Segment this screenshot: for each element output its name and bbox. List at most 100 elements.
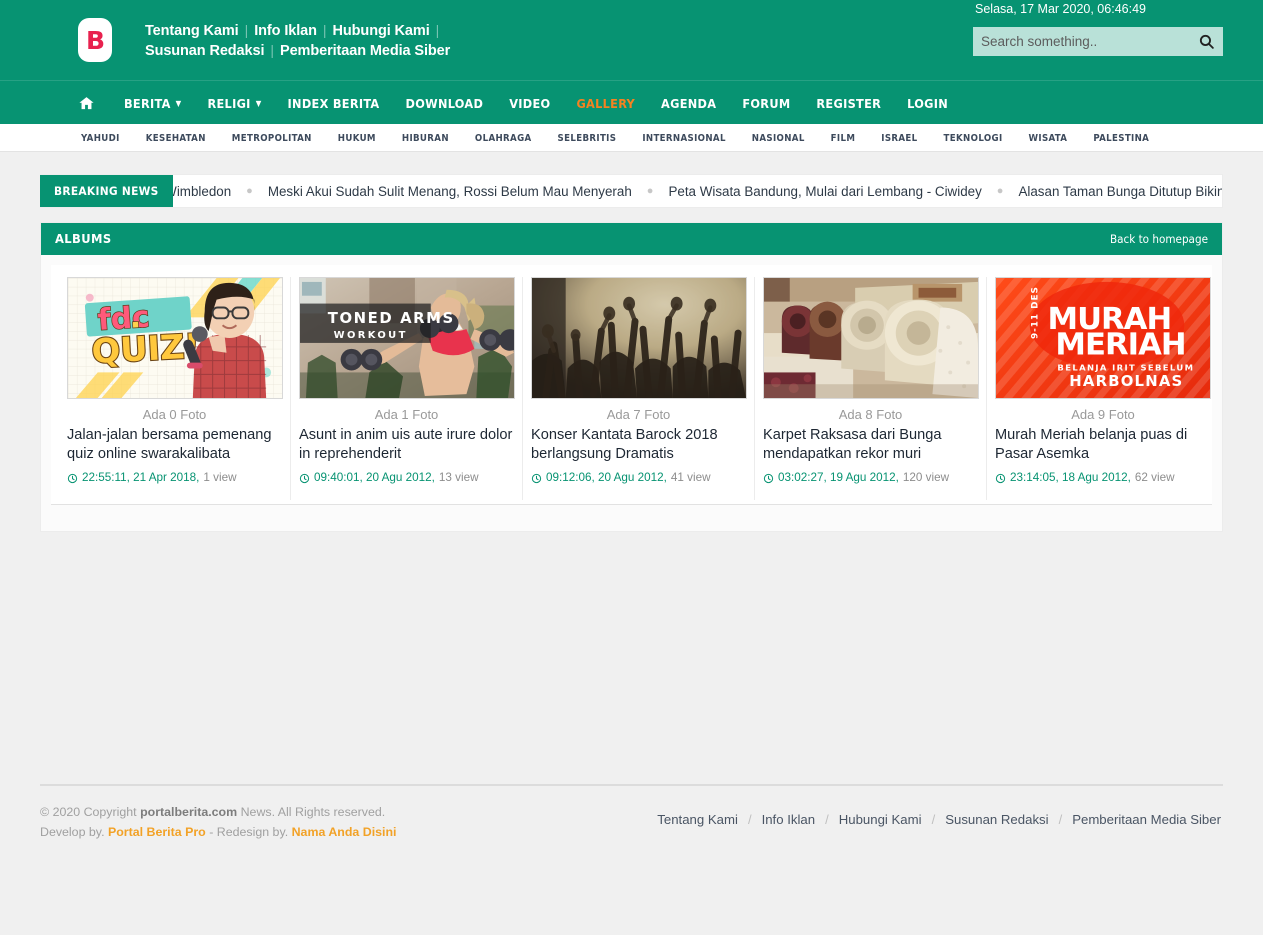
category-link-film[interactable]: FILM bbox=[818, 133, 869, 144]
top-link-tentang-kami[interactable]: Tentang Kami bbox=[145, 23, 239, 39]
album-card[interactable]: Ada 8 Foto Karpet Raksasa dari Bunga mend… bbox=[755, 277, 987, 500]
footer-link-tentang-kami[interactable]: Tentang Kami bbox=[657, 812, 738, 827]
category-link-israel[interactable]: ISRAEL bbox=[868, 133, 930, 144]
breaking-news-item[interactable]: ic Juara Wimbledon bbox=[173, 184, 235, 199]
footer-link-susunan-redaksi[interactable]: Susunan Redaksi bbox=[945, 812, 1048, 827]
redesigner-link[interactable]: Nama Anda Disini bbox=[292, 825, 397, 839]
top-link-pemberitaan-media-siber[interactable]: Pemberitaan Media Siber bbox=[280, 43, 450, 59]
nav-item-video[interactable]: VIDEO bbox=[496, 81, 563, 125]
top-header: B Tentang Kami | Info Iklan | Hubungi Kami | S… bbox=[0, 0, 1263, 80]
category-link-wisata[interactable]: WISATA bbox=[1016, 133, 1081, 144]
category-strip: YAHUDI KESEHATAN METROPOLITAN HUKUM HIBURAN O… bbox=[0, 124, 1263, 152]
album-view-count: 13 view bbox=[438, 471, 479, 484]
category-link-teknologi[interactable]: TEKNOLOGI bbox=[931, 133, 1016, 144]
category-link-kesehatan[interactable]: KESEHATAN bbox=[133, 133, 219, 144]
footer-copyright-line: © 2020 Copyright portalberita.com News. … bbox=[40, 802, 397, 822]
breaking-news-item[interactable]: Meski Akui Sudah Sulit Menang, Rossi Bel… bbox=[265, 184, 635, 199]
footer-copyright: © 2020 Copyright portalberita.com News. … bbox=[40, 802, 397, 842]
footer-link-info-iklan[interactable]: Info Iklan bbox=[762, 812, 816, 827]
nav-item-label: DOWNLOAD bbox=[405, 95, 484, 111]
nav-item-label: REGISTER bbox=[816, 95, 882, 111]
category-link-hukum[interactable]: HUKUM bbox=[325, 133, 389, 144]
nav-item-label: LOGIN bbox=[907, 95, 949, 111]
nav-home-icon[interactable] bbox=[62, 81, 111, 125]
search-box[interactable] bbox=[973, 27, 1223, 56]
breaking-news-bar: BREAKING NEWS ic Juara Wimbledon ● Meski A… bbox=[40, 174, 1223, 208]
top-link-separator: | bbox=[435, 22, 440, 38]
clock-icon bbox=[763, 473, 774, 484]
nav-item-download[interactable]: DOWNLOAD bbox=[393, 81, 497, 125]
album-meta: 23:14:05, 18 Agu 2012, 62 view bbox=[995, 471, 1211, 484]
top-link-hubungi-kami[interactable]: Hubungi Kami bbox=[333, 23, 430, 39]
search-input[interactable] bbox=[981, 34, 1198, 49]
svg-text:WORKOUT: WORKOUT bbox=[334, 330, 408, 341]
album-thumbnail-fdc-quiz-poster[interactable]: fdc . QUIZ! bbox=[67, 277, 283, 399]
nav-item-register[interactable]: REGISTER bbox=[803, 81, 894, 125]
clock-icon bbox=[67, 473, 78, 484]
nav-item-forum[interactable]: FORUM bbox=[729, 81, 803, 125]
album-timestamp: 09:12:06, 20 Agu 2012, bbox=[546, 471, 667, 484]
footer-credits-line: Develop by. Portal Berita Pro - Redesign… bbox=[40, 822, 397, 842]
nav-item-religi[interactable]: RELIGI ▼ bbox=[194, 81, 274, 125]
category-link-olahraga[interactable]: OLAHRAGA bbox=[462, 133, 545, 144]
album-thumbnail-toned-arms-workout-photo[interactable]: TONED ARMS WORKOUT bbox=[299, 277, 515, 399]
album-thumbnail-murah-meriah-banner[interactable]: 9-11 DES MURAH MERIAH BELANJA IRIT SEBEL… bbox=[995, 277, 1211, 399]
copyright-pre: © 2020 Copyright bbox=[40, 805, 141, 819]
chevron-down-icon: ▼ bbox=[175, 99, 182, 108]
nav-item-agenda[interactable]: AGENDA bbox=[648, 81, 729, 125]
album-card[interactable]: TONED ARMS WORKOUT Ada 1 Foto Asunt in an… bbox=[291, 277, 523, 500]
album-card[interactable]: 9-11 DES MURAH MERIAH BELANJA IRIT SEBEL… bbox=[987, 277, 1219, 500]
category-link-metropolitan[interactable]: METROPOLITAN bbox=[219, 133, 325, 144]
album-photo-count: Ada 7 Foto bbox=[606, 407, 671, 422]
footer-link-separator: / bbox=[1058, 812, 1063, 827]
developer-link[interactable]: Portal Berita Pro bbox=[108, 825, 206, 839]
nav-item-label: GALLERY bbox=[576, 95, 636, 111]
breaking-news-item[interactable]: Peta Wisata Bandung, Mulai dari Lembang … bbox=[665, 184, 984, 199]
album-title: Karpet Raksasa dari Bunga mendapatkan re… bbox=[763, 427, 942, 462]
breaking-news-ticker[interactable]: ic Juara Wimbledon ● Meski Akui Sudah Suli… bbox=[173, 175, 1222, 207]
album-thumbnail-concert-crowd-photo[interactable] bbox=[531, 277, 747, 399]
category-link-hiburan[interactable]: HIBURAN bbox=[389, 133, 462, 144]
category-link-nasional[interactable]: NASIONAL bbox=[739, 133, 818, 144]
footer-link-hubungi-kami[interactable]: Hubungi Kami bbox=[839, 812, 922, 827]
nav-item-login[interactable]: LOGIN bbox=[894, 81, 961, 125]
category-link-internasional[interactable]: INTERNASIONAL bbox=[629, 133, 738, 144]
album-view-count: 120 view bbox=[902, 471, 950, 484]
albums-panel-body: fdc . QUIZ! Ada 0 Foto Jalan-jalan bersa… bbox=[51, 265, 1212, 505]
top-link-separator: | bbox=[322, 22, 327, 38]
top-link-separator: | bbox=[244, 22, 249, 38]
album-view-count: 62 view bbox=[1134, 471, 1175, 484]
nav-item-label: VIDEO bbox=[509, 95, 551, 111]
album-card[interactable]: Ada 7 Foto Konser Kantata Barock 2018 ber… bbox=[523, 277, 755, 500]
album-view-count: 1 view bbox=[203, 471, 237, 484]
album-thumbnail-rolled-carpets-photo[interactable] bbox=[763, 277, 979, 399]
album-timestamp: 23:14:05, 18 Agu 2012, bbox=[1010, 471, 1131, 484]
category-link-selebritis[interactable]: SELEBRITIS bbox=[545, 133, 630, 144]
top-link-info-iklan[interactable]: Info Iklan bbox=[254, 23, 317, 39]
svg-text:QUIZ!: QUIZ! bbox=[91, 327, 201, 371]
album-photo-count: Ada 9 Foto bbox=[1071, 407, 1135, 422]
logo-letter: B bbox=[85, 25, 105, 55]
back-to-homepage-link[interactable]: Back to homepage bbox=[1110, 232, 1208, 246]
breaking-news-item[interactable]: Alasan Taman Bunga Ditutup Bikin C bbox=[1015, 184, 1222, 199]
album-title: Asunt in anim uis aute irure dolor in re… bbox=[299, 427, 513, 462]
album-card[interactable]: fdc . QUIZ! Ada 0 Foto Jalan-jalan bersa… bbox=[59, 277, 291, 500]
breaking-news-label: BREAKING NEWS bbox=[40, 175, 173, 207]
nav-item-index-berita[interactable]: INDEX BERITA bbox=[275, 81, 393, 125]
chevron-down-icon: ▼ bbox=[255, 99, 262, 108]
ticker-separator-dot: ● bbox=[246, 185, 253, 197]
nav-item-gallery[interactable]: GALLERY bbox=[563, 81, 648, 125]
album-meta: 03:02:27, 19 Agu 2012, 120 view bbox=[763, 471, 978, 484]
footer-link-separator: / bbox=[931, 812, 936, 827]
albums-panel: ALBUMS Back to homepage fdc . QUIZ! Ada … bbox=[40, 222, 1223, 532]
category-link-palestina[interactable]: PALESTINA bbox=[1080, 133, 1162, 144]
nav-item-berita[interactable]: BERITA ▼ bbox=[111, 81, 194, 125]
site-logo[interactable]: B bbox=[78, 18, 112, 62]
search-icon[interactable] bbox=[1198, 33, 1215, 50]
ticker-separator-dot: ● bbox=[996, 185, 1004, 197]
footer: © 2020 Copyright portalberita.com News. … bbox=[40, 784, 1223, 842]
footer-link-pemberitaan-media-siber[interactable]: Pemberitaan Media Siber bbox=[1072, 812, 1221, 827]
category-link-yahudi[interactable]: YAHUDI bbox=[68, 133, 133, 144]
top-link-susunan-redaksi[interactable]: Susunan Redaksi bbox=[145, 43, 264, 59]
develop-by-label: Develop by. bbox=[40, 825, 108, 839]
